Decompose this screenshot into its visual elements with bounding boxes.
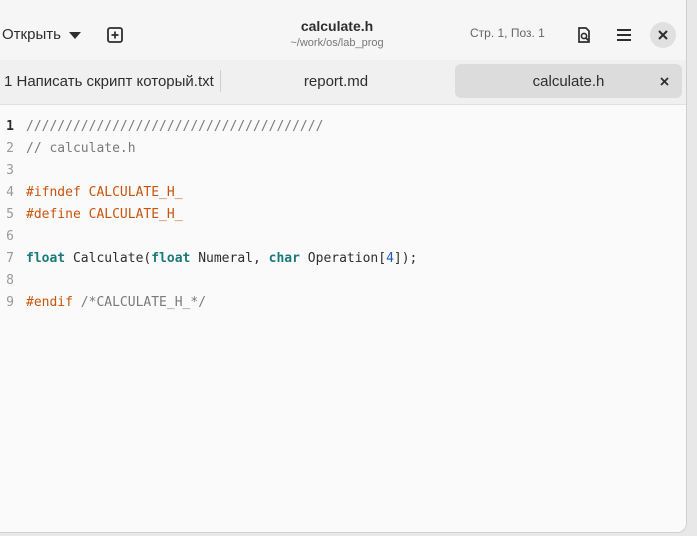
code-text: #define CALCULATE_H_ [26, 204, 183, 226]
code-token: #ifndef CALCULATE_H_ [26, 185, 183, 200]
tab-script-txt[interactable]: 1 Написать скрипт который.txt [0, 64, 216, 98]
tab-close-button[interactable] [656, 73, 672, 89]
code-token: float [151, 251, 191, 266]
code-token: #define CALCULATE_H_ [26, 207, 183, 222]
new-tab-button[interactable] [101, 21, 129, 49]
code-text: // calculate.h [26, 138, 136, 160]
code-token: char [268, 251, 300, 266]
line-number: 5 [6, 207, 14, 222]
code-text: ////////////////////////////////////// [26, 116, 323, 138]
code-token: ////////////////////////////////////// [26, 119, 324, 134]
plus-square-icon [107, 27, 123, 43]
cursor-position[interactable]: Стр. 1, Поз. 1 [470, 26, 545, 40]
close-icon [659, 76, 669, 86]
line-number: 6 [6, 229, 14, 244]
open-button[interactable]: Открыть [0, 20, 81, 48]
window-title: calculate.h ~/work/os/lab_prog [237, 18, 437, 49]
line-number: 2 [6, 141, 14, 156]
tab-bar: 1 Написать скрипт который.txt report.md … [0, 60, 686, 105]
line-number: 3 [6, 163, 14, 178]
line-number: 9 [6, 295, 14, 310]
tab-calculate-h[interactable]: calculate.h [455, 64, 682, 98]
line-number: 1 [6, 119, 14, 134]
main-menu-button[interactable] [610, 21, 638, 49]
code-token: ]); [393, 251, 418, 266]
code-text: #endif /*CALCULATE_H_*/ [26, 292, 206, 314]
code-token: 4 [386, 251, 394, 266]
text-editor-window: Открыть calculate.h ~/work/os/lab_prog С… [0, 0, 687, 533]
code-text: #ifndef CALCULATE_H_ [26, 182, 183, 204]
find-button[interactable] [570, 21, 598, 49]
code-token: // calculate.h [26, 141, 136, 156]
line-number: 4 [6, 185, 14, 200]
code-token: #endif [26, 295, 73, 310]
open-button-label: Открыть [2, 25, 61, 43]
code-token: Operation[ [299, 251, 387, 266]
document-title: calculate.h [300, 18, 374, 34]
tab-report-md[interactable]: report.md [222, 64, 450, 98]
code-token: float [26, 251, 66, 266]
close-icon [658, 30, 668, 40]
chevron-down-icon [68, 31, 81, 39]
tab-label: 1 Написать скрипт который.txt [4, 72, 214, 90]
code-token: Calculate( [65, 251, 152, 266]
code-editor[interactable]: 1 ////////////////////////////////////// 2… [0, 105, 686, 532]
code-text: float Calculate(float Numeral, char Oper… [26, 248, 417, 270]
hamburger-menu-icon [617, 29, 631, 41]
tab-divider [220, 70, 221, 92]
code-token: /*CALCULATE_H_*/ [72, 295, 207, 310]
tab-label: calculate.h [532, 72, 605, 90]
header-bar: Открыть calculate.h ~/work/os/lab_prog С… [0, 0, 686, 60]
code-token: Numeral, [190, 251, 269, 266]
tab-label: report.md [303, 72, 369, 90]
document-path: ~/work/os/lab_prog [290, 37, 384, 49]
line-number: 7 [6, 251, 14, 266]
find-in-document-icon [578, 27, 590, 43]
line-number: 8 [6, 273, 14, 288]
window-close-button[interactable] [650, 22, 676, 48]
